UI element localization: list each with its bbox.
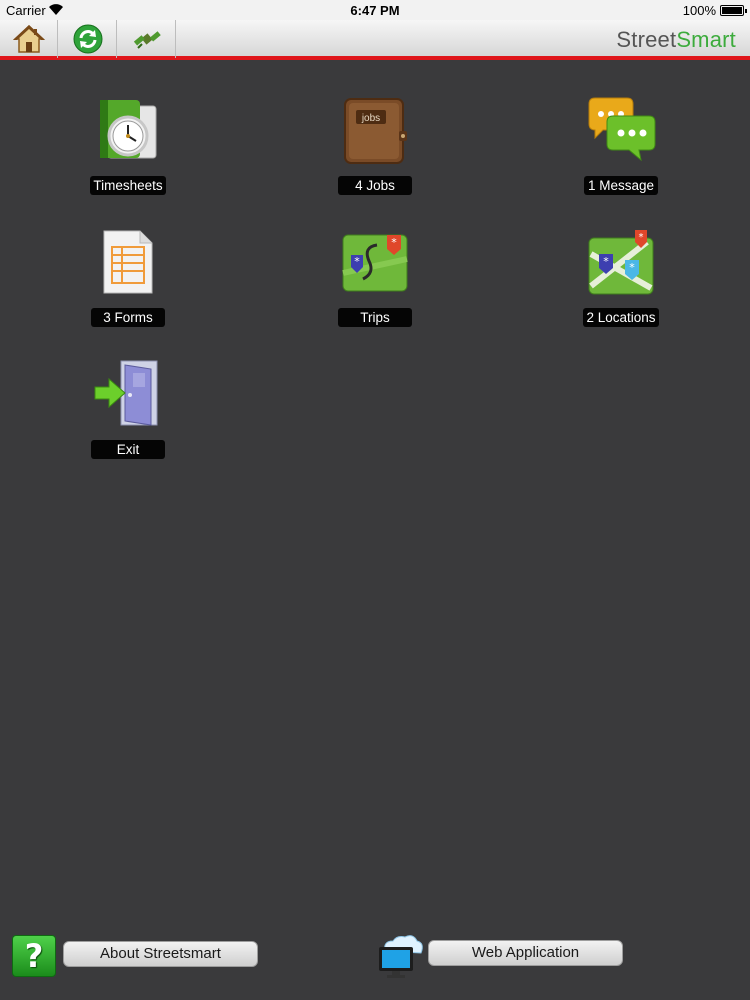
- tile-label: Timesheets: [90, 176, 166, 195]
- toolbar: StreetSmart: [0, 20, 750, 60]
- battery-percent: 100%: [682, 3, 716, 18]
- status-bar: Carrier 6:47 PM 100%: [0, 0, 750, 20]
- sync-icon: [73, 24, 102, 54]
- jobs-icon-text: jobs: [361, 113, 380, 124]
- home-icon: [12, 24, 45, 53]
- tile-label: 2 Locations: [583, 308, 659, 327]
- tile-message[interactable]: 1 Message: [546, 92, 696, 212]
- brand-logo: StreetSmart: [616, 27, 736, 53]
- svg-text:*: *: [354, 255, 360, 268]
- battery-icon: [720, 5, 747, 16]
- svg-text:*: *: [629, 261, 635, 274]
- help-button[interactable]: ?: [12, 935, 56, 977]
- tile-label: Exit: [91, 440, 165, 459]
- tile-exit[interactable]: Exit: [53, 356, 203, 476]
- svg-text:*: *: [391, 236, 397, 249]
- brand-text-smart: Smart: [676, 27, 736, 52]
- gps-button[interactable]: [118, 20, 176, 58]
- tile-label: 3 Forms: [91, 308, 165, 327]
- route-map-icon: * *: [342, 234, 408, 292]
- tile-timesheets[interactable]: Timesheets: [53, 92, 203, 212]
- web-application-icon[interactable]: [375, 933, 425, 979]
- jobs-wallet-icon: jobs: [344, 98, 407, 164]
- home-button[interactable]: [0, 20, 58, 58]
- tile-label: 1 Message: [584, 176, 658, 195]
- locations-map-icon: * * *: [588, 230, 654, 295]
- tile-trips[interactable]: * * Trips: [300, 224, 450, 344]
- chat-bubbles-icon: [588, 97, 656, 162]
- tile-forms[interactable]: 3 Forms: [53, 224, 203, 344]
- gps-satellite-icon: [133, 31, 161, 49]
- svg-text:*: *: [639, 232, 644, 243]
- clock-time: 6:47 PM: [350, 3, 400, 18]
- timesheets-clock-icon: [100, 100, 157, 159]
- tile-locations[interactable]: * * * 2 Locations: [546, 224, 696, 344]
- about-streetsmart-button[interactable]: About Streetsmart: [63, 941, 258, 967]
- web-application-button[interactable]: Web Application: [428, 940, 623, 966]
- form-document-icon: [103, 230, 153, 294]
- svg-text:*: *: [603, 255, 609, 268]
- sync-button[interactable]: [59, 20, 117, 58]
- tile-label: 4 Jobs: [338, 176, 412, 195]
- brand-text-street: Street: [616, 27, 677, 52]
- tile-jobs[interactable]: jobs 4 Jobs: [300, 92, 450, 212]
- tile-label: Trips: [338, 308, 412, 327]
- exit-door-icon: [94, 360, 158, 426]
